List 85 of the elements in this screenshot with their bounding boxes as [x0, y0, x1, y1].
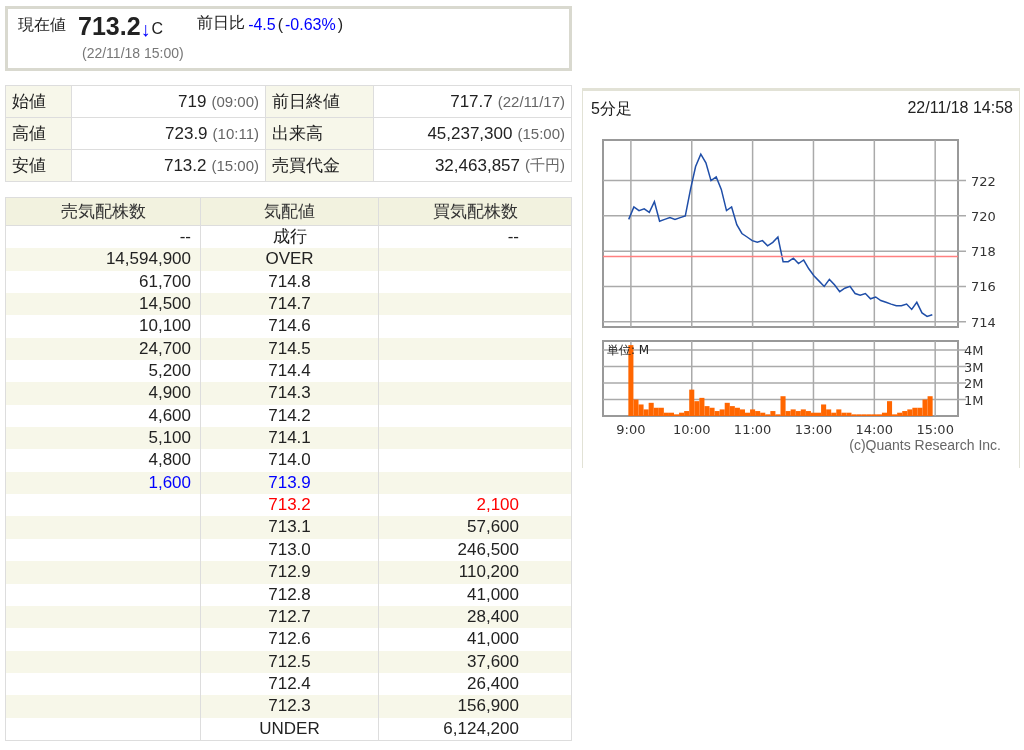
- status-mark: C: [151, 20, 164, 38]
- table-cell-text: 10,100: [138, 315, 192, 338]
- axis-label: 716: [971, 279, 996, 295]
- axis-label: 9:00: [616, 422, 646, 437]
- axis-label: 13:00: [794, 422, 833, 437]
- table-cell: 1,600: [6, 471, 200, 495]
- axis-label: 3M: [964, 359, 984, 375]
- current-price: 713.2: [78, 12, 141, 40]
- table-cell-text: 61,700: [138, 270, 192, 293]
- table-cell: 110,200: [378, 561, 571, 584]
- column-header: 売気配株数: [6, 198, 200, 226]
- paren-text: (: [277, 16, 284, 34]
- table-cell: 4,900: [6, 382, 200, 405]
- table-cell-text: --: [178, 226, 192, 248]
- stat-number: 713.2: [163, 155, 207, 176]
- table-cell: 156,900: [378, 695, 571, 718]
- table-cell: 714.7: [200, 293, 378, 316]
- table-cell: 712.6: [200, 628, 378, 651]
- table-cell: OVER: [200, 248, 378, 271]
- table-cell: 714.0: [200, 449, 378, 472]
- table-cell: 57,600: [378, 516, 571, 539]
- axis-label: 718: [971, 244, 996, 260]
- axis-label: 714: [971, 314, 996, 330]
- table-cell: 24,700: [6, 337, 200, 361]
- axis-label: 1M: [964, 392, 984, 408]
- table-cell: 714.1: [200, 427, 378, 450]
- stat-label: 出来高: [266, 118, 374, 150]
- axis-label: 722: [971, 173, 996, 189]
- axis-label: 720: [971, 208, 996, 224]
- stat-note: (千円): [525, 156, 565, 175]
- stat-note: (15:00): [517, 125, 565, 142]
- table-cell: 6,124,200: [378, 717, 571, 740]
- axis-label: 11:00: [733, 422, 772, 437]
- table-cell: 714.6: [200, 315, 378, 338]
- stat-note: (10:11): [212, 125, 259, 142]
- chart-title: 5分足: [591, 99, 632, 119]
- column-header: 気配値: [200, 198, 378, 226]
- table-cell: 712.3: [200, 695, 378, 718]
- stat-label: 前日終値: [266, 86, 374, 118]
- paren-text: ): [337, 16, 344, 34]
- column-header: 買気配株数: [378, 198, 571, 226]
- axis-label: 2M: [964, 376, 984, 392]
- table-cell: 712.5: [200, 650, 378, 673]
- table-cell: 713.9: [200, 471, 378, 495]
- table-cell: 37,600: [378, 650, 571, 673]
- stat-note: (22/11/17): [497, 93, 565, 110]
- quote-label: 現在値: [18, 15, 66, 35]
- table-cell: 5,100: [6, 427, 200, 450]
- table-cell: 712.7: [200, 605, 378, 629]
- table-cell: UNDER: [200, 717, 378, 740]
- axis-label: 15:00: [916, 422, 954, 437]
- table-cell: 28,400: [378, 605, 571, 629]
- stat-label: 安値: [6, 150, 72, 182]
- stat-number: 719: [178, 91, 207, 112]
- table-cell-text: 4,600: [147, 404, 192, 427]
- quote-time: (22/11/18 15:00): [82, 44, 185, 62]
- stat-number: 723.9: [165, 123, 208, 144]
- stat-number: 45,237,300: [427, 123, 513, 144]
- table-cell: 712.9: [200, 561, 378, 584]
- axis-label: 14:00: [855, 422, 894, 437]
- stat-label: 高値: [6, 118, 72, 150]
- stat-note: (15:00): [211, 157, 259, 174]
- table-cell: 14,500: [6, 293, 200, 316]
- table-cell: 714.5: [200, 337, 378, 361]
- axis-label: 10:00: [673, 422, 711, 437]
- table-cell: 41,000: [378, 583, 571, 606]
- stat-label: 売買代金: [266, 150, 374, 182]
- table-cell: 712.8: [200, 583, 378, 606]
- table-cell: 713.1: [200, 516, 378, 539]
- axis-label: 4M: [964, 343, 984, 359]
- stat-label: 始値: [6, 86, 72, 118]
- stat-number: 32,463,857: [434, 155, 520, 176]
- change-percent: -0.63%: [285, 16, 336, 34]
- chart-time: 22/11/18 14:58: [907, 99, 1013, 118]
- table-cell: 14,594,900: [6, 248, 200, 271]
- table-cell-text: 5,200: [147, 360, 192, 383]
- copyright-text: (c)Quants Research Inc.: [848, 437, 1002, 453]
- direction-arrow: ↓: [140, 17, 151, 42]
- change-label: 前日比: [197, 13, 246, 33]
- table-cell: 41,000: [378, 628, 571, 651]
- change-value: -4.5: [248, 16, 276, 34]
- stat-number: 717.7: [450, 91, 493, 112]
- table-cell-text: 4,800: [147, 449, 192, 472]
- table-cell: 714.3: [200, 382, 378, 405]
- stat-note: (09:00): [211, 93, 259, 110]
